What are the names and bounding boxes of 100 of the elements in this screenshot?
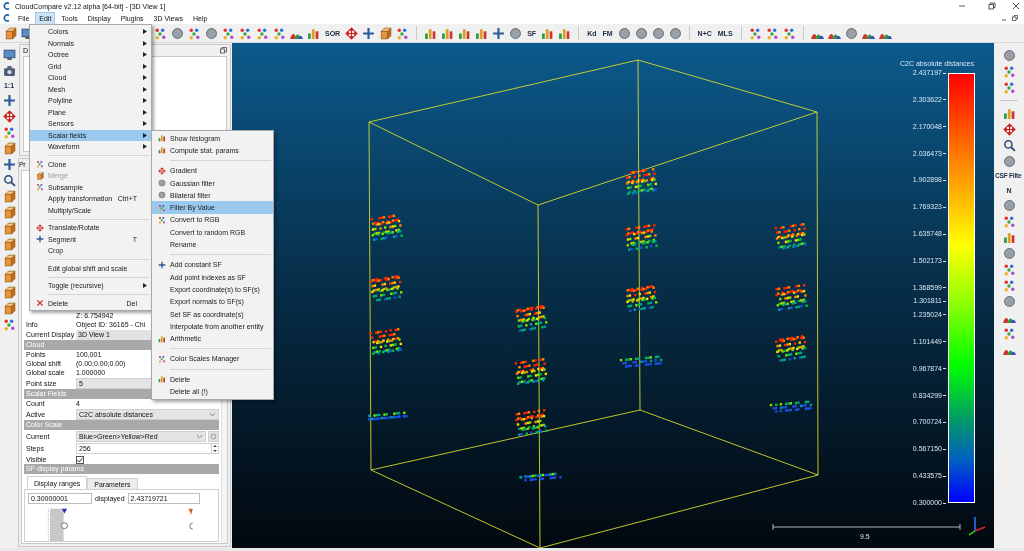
search-icon[interactable] [2,174,16,187]
bar-chart-icon[interactable] [475,26,489,40]
move-icon [158,166,166,175]
point-cluster [775,284,808,311]
axis-icon [968,516,986,536]
dots-icon[interactable] [1002,326,1016,340]
point-cluster [515,409,548,436]
cube-icon[interactable] [4,26,17,40]
point-cluster [519,472,562,482]
move-icon[interactable] [1002,123,1016,136]
disc-icon[interactable] [651,26,665,40]
dots-icon[interactable] [765,26,779,40]
bar-chart-icon [158,334,166,343]
dots-icon [158,203,166,212]
dots-icon[interactable] [1002,81,1016,94]
bar-chart-icon[interactable] [424,26,438,40]
point-cluster [370,214,403,241]
cube-icon[interactable] [2,142,16,155]
dots-icon[interactable] [154,26,167,40]
dots-icon[interactable] [1002,278,1016,292]
dots-icon[interactable] [1002,262,1016,276]
cube-icon[interactable] [2,190,16,203]
cube-icon[interactable] [2,302,16,315]
disc-icon[interactable] [617,26,631,40]
bar-chart-icon [158,134,166,143]
dots-icon [36,160,44,169]
dots-icon[interactable] [782,26,796,40]
cube-icon[interactable] [2,238,16,251]
disc-icon[interactable] [668,26,682,40]
bar-chart-icon[interactable] [1002,230,1016,244]
plus-icon[interactable] [362,26,376,40]
dots-icon[interactable] [2,126,16,139]
dots-icon[interactable] [1002,65,1016,78]
x-icon [36,299,44,308]
disc-icon [158,179,166,188]
dots-icon[interactable] [1002,214,1016,228]
dots-icon[interactable] [188,26,201,40]
dots-icon[interactable] [256,26,269,40]
disc-icon[interactable] [844,26,858,40]
cube-icon[interactable] [2,254,16,267]
point-cluster [769,400,813,413]
point-cluster [514,358,547,385]
bar-chart-icon[interactable] [458,26,472,40]
cube-icon[interactable] [2,270,16,283]
plus-icon [36,235,44,244]
restore-icon[interactable] [1012,15,1018,21]
bar-chart-icon[interactable] [541,26,555,40]
checkbox[interactable] [76,455,84,464]
minimize-icon[interactable] [958,2,966,10]
disc-icon[interactable] [1002,246,1016,260]
disc-icon[interactable] [205,26,218,40]
bar-chart-icon[interactable] [441,26,455,40]
dots-icon[interactable] [273,26,286,40]
dots-icon[interactable] [748,26,762,40]
search-icon[interactable] [1002,139,1016,152]
camera-icon[interactable] [2,64,16,77]
arrow-up-icon [213,445,217,448]
close-icon[interactable] [1012,2,1020,10]
disc-icon[interactable] [509,26,523,40]
bar-chart-icon[interactable] [307,26,320,40]
plus-icon [158,260,166,269]
bar-chart-icon[interactable] [1002,107,1016,120]
dots-icon[interactable] [2,318,16,331]
point-cluster [625,168,657,195]
move-icon[interactable] [345,26,359,40]
dots-icon [158,354,166,363]
chevron-down-icon [210,412,215,416]
disc-icon[interactable] [634,26,648,40]
cube-icon[interactable] [2,206,16,219]
chevron-down-icon [197,434,202,438]
settings-button[interactable] [208,430,219,442]
point-cluster [775,335,807,362]
dots-icon[interactable] [239,26,252,40]
plus-icon[interactable] [2,158,16,171]
submenu-arrow-icon [143,283,147,289]
plus-icon[interactable] [2,94,16,107]
disc-icon[interactable] [171,26,184,40]
move-icon[interactable] [2,110,16,123]
plus-icon[interactable] [492,26,506,40]
monitor-icon[interactable] [2,48,16,61]
checkmark-icon [77,456,83,463]
disc-icon[interactable] [1002,294,1016,308]
cube-icon[interactable] [379,26,393,40]
dots-icon[interactable] [222,26,235,40]
cube-icon [36,171,44,180]
point-cluster [368,411,408,421]
ring-icon [210,432,217,440]
disc-icon[interactable] [1002,49,1016,62]
bar-chart-icon[interactable] [558,26,572,40]
disc-icon[interactable] [1002,155,1016,168]
restore-icon[interactable] [988,2,996,10]
float-icon[interactable] [220,47,227,54]
move-icon [36,223,44,232]
dots-icon[interactable] [396,26,410,40]
disc-icon[interactable] [1002,198,1016,212]
point-cluster [619,355,663,368]
point-cluster [625,224,658,251]
cube-icon[interactable] [2,286,16,299]
cube-icon[interactable] [2,222,16,235]
point-cluster [626,285,658,312]
